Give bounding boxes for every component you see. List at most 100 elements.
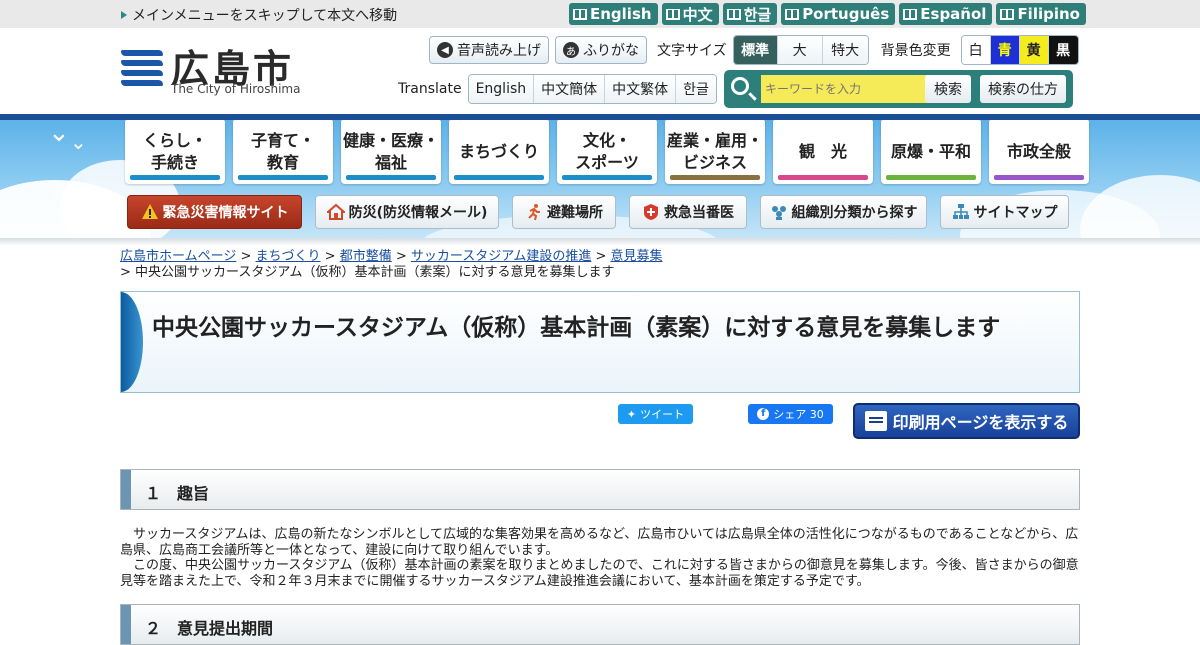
nav-label: 健康・医療・ 福祉	[342, 131, 439, 172]
breadcrumb-stadium[interactable]: サッカースタジアム建設の推進	[411, 249, 591, 264]
speech-button[interactable]: ◀ 音声読み上げ	[429, 36, 549, 64]
nav-label: 市政全般	[1006, 142, 1071, 161]
section-heading: １ 趣旨	[120, 469, 1080, 510]
bg-color-label: 背景色変更	[880, 43, 951, 59]
translate-zh-traditional[interactable]: 中文繁体	[605, 75, 677, 103]
bg-black[interactable]: 黒	[1048, 36, 1078, 64]
font-size-standard[interactable]: 標準	[733, 36, 778, 64]
breadcrumb-toshi-seibi[interactable]: 都市整備	[340, 249, 392, 264]
book-icon	[903, 8, 918, 20]
warning-icon	[141, 204, 158, 219]
nav-bunka[interactable]: 文化・ スポーツ	[557, 120, 657, 184]
nav-heiwa[interactable]: 原爆・平和	[881, 120, 981, 184]
dove-icon: ⌄	[48, 120, 70, 148]
top-bar: メインメニューをスキップして本文へ移動 English 中文 한글 Portug…	[0, 0, 1200, 28]
speaker-icon: ◀	[437, 42, 453, 58]
nav-kurashi[interactable]: くらし・ 手続き	[125, 120, 225, 184]
nav-machizukuri[interactable]: まちづくり	[449, 120, 549, 184]
translate-english[interactable]: English	[468, 75, 535, 103]
section-heading: ２ 意見提出期間	[120, 604, 1080, 645]
search-howto-button[interactable]: 検索の仕方	[980, 75, 1066, 103]
facebook-icon: f	[757, 408, 770, 420]
nav-kanko[interactable]: 観 光	[773, 120, 873, 184]
emergency-site-button[interactable]: 緊急災害情報サイト	[127, 195, 302, 229]
lang-korean[interactable]: 한글	[722, 3, 778, 25]
nav-kenko[interactable]: 健康・医療・ 福祉	[341, 120, 441, 184]
font-size-large[interactable]: 大	[777, 36, 823, 64]
translate-selector: English 中文簡体 中文繁体 한글	[467, 74, 717, 104]
font-size-selector: 標準 大 特大	[732, 35, 869, 65]
page-title-box: 中央公園サッカースタジアム（仮称）基本計画（素案）に対する意見を募集します	[120, 291, 1080, 393]
nav-label: 原爆・平和	[890, 142, 971, 161]
skip-link[interactable]: メインメニューをスキップして本文へ移動	[121, 5, 397, 25]
bg-yellow[interactable]: 黄	[1019, 36, 1049, 64]
people-icon	[771, 206, 786, 220]
lang-english[interactable]: English	[569, 3, 658, 25]
translate-korean[interactable]: 한글	[676, 75, 716, 103]
lang-filipino[interactable]: Filipino	[996, 3, 1086, 25]
print-page-button[interactable]: 印刷用ページを表示する	[853, 403, 1080, 439]
bg-blue[interactable]: 青	[990, 36, 1020, 64]
arrow-right-icon	[121, 11, 127, 19]
lang-chinese[interactable]: 中文	[661, 3, 719, 25]
furigana-button[interactable]: あ ふりがな	[555, 36, 647, 64]
nav-label: 子育て・ 教育	[250, 131, 315, 172]
skip-link-label: メインメニューをスキップして本文へ移動	[132, 8, 398, 24]
font-size-xlarge[interactable]: 特大	[822, 36, 868, 64]
breadcrumb-current: 中央公園サッカースタジアム（仮称）基本計画（素案）に対する意見を募集します	[135, 265, 615, 280]
translate-tools: Translate English 中文簡体 中文繁体 한글	[398, 74, 717, 104]
book-icon	[665, 8, 680, 20]
book-icon	[1000, 8, 1015, 20]
banner-shadow	[0, 238, 1200, 246]
page-title: 中央公園サッカースタジアム（仮称）基本計画（素案）に対する意見を募集します	[152, 315, 1001, 341]
bg-white[interactable]: 白	[961, 36, 991, 64]
translate-zh-simplified[interactable]: 中文簡体	[534, 75, 606, 103]
dove-icon: ⌄	[70, 130, 87, 154]
nav-label: くらし・ 手続き	[142, 131, 207, 172]
lang-portuguese[interactable]: Português	[781, 3, 896, 25]
global-nav: くらし・ 手続き 子育て・ 教育 健康・医療・ 福祉 まちづくり 文化・ スポー…	[125, 120, 1097, 184]
book-icon	[726, 8, 741, 20]
sitemap-icon	[952, 204, 969, 219]
paragraph: サッカースタジアムは、広島の新たなシンボルとして広域的な集客効果を高めるなど、広…	[120, 527, 1079, 558]
accessibility-tools: ◀ 音声読み上げ あ ふりがな 文字サイズ 標準 大 特大 背景色変更 白 青 …	[429, 35, 1079, 65]
sitemap-button[interactable]: サイトマップ	[940, 195, 1069, 229]
nav-shisei[interactable]: 市政全般	[989, 120, 1089, 184]
org-search-button[interactable]: 組織別分類から探す	[760, 195, 927, 229]
search-button[interactable]: 検索	[925, 75, 971, 103]
nav-label: 文化・ スポーツ	[575, 131, 639, 172]
nav-label: 産業・雇用・ ビジネス	[666, 131, 763, 172]
section-body: サッカースタジアムは、広島の新たなシンボルとして広域的な集客効果を高めるなど、広…	[120, 527, 1080, 589]
running-person-icon	[528, 204, 540, 221]
breadcrumb-machizukuri[interactable]: まちづくり	[256, 249, 321, 264]
medical-cross-icon	[644, 204, 658, 220]
quick-nav: 緊急災害情報サイト 防災(防災情報メール) 避難場所 救急当番医 組織別分類から…	[127, 195, 1082, 229]
breadcrumb-iken-boshu[interactable]: 意見募集	[611, 249, 663, 264]
breadcrumb-home[interactable]: 広島市ホームページ	[120, 249, 236, 264]
site-name-en: The City of Hiroshima	[171, 82, 301, 96]
search-input[interactable]	[761, 75, 948, 103]
lang-spanish[interactable]: Español	[899, 3, 993, 25]
emergency-doctor-button[interactable]: 救急当番医	[629, 195, 747, 229]
book-icon	[785, 8, 800, 20]
nav-label: 観 光	[798, 142, 847, 161]
tweet-button[interactable]: ✦ ツイート	[618, 404, 693, 424]
search-box: 検索 検索の仕方	[724, 70, 1073, 108]
bg-color-selector: 白 青 黄 黒	[960, 35, 1079, 65]
facebook-share-button[interactable]: f シェア 30	[748, 404, 833, 424]
furigana-icon: あ	[563, 42, 579, 58]
evacuation-button[interactable]: 避難場所	[512, 195, 616, 229]
nav-sangyo[interactable]: 産業・雇用・ ビジネス	[665, 120, 765, 184]
translate-label: Translate	[398, 81, 462, 97]
search-icon	[731, 77, 749, 95]
language-links: English 中文 한글 Português Español Filipino	[569, 3, 1086, 25]
title-accent	[121, 292, 143, 392]
house-icon	[326, 203, 345, 220]
paragraph: この度、中央公園サッカースタジアム（仮称）基本計画の素案を取りまとめましたので、…	[120, 558, 1079, 589]
site-logo[interactable]: 広島市 The City of Hiroshima	[121, 44, 301, 100]
nav-kosodate[interactable]: 子育て・ 教育	[233, 120, 333, 184]
city-emblem-icon	[121, 48, 163, 86]
disaster-mail-button[interactable]: 防災(防災情報メール)	[315, 195, 499, 229]
printer-icon	[864, 411, 887, 431]
font-size-label: 文字サイズ	[657, 43, 727, 59]
